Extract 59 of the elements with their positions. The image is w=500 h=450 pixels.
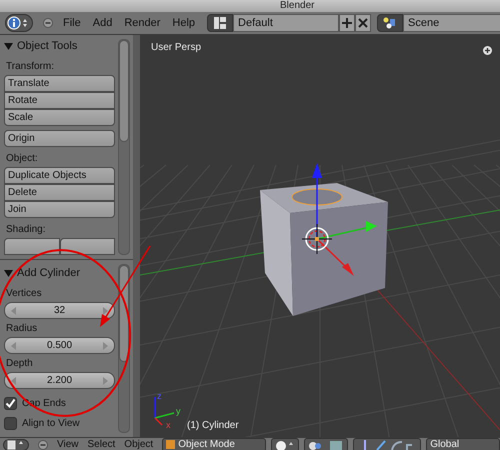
pivot-dropdown[interactable] xyxy=(304,438,348,450)
shading-button[interactable] xyxy=(4,238,60,255)
menu-item[interactable]: Help xyxy=(172,17,196,29)
shading-button[interactable] xyxy=(60,238,115,255)
tool-button[interactable]: Delete xyxy=(4,184,115,201)
checkbox[interactable] xyxy=(4,416,17,430)
close-icon[interactable] xyxy=(355,14,372,32)
menu-item[interactable]: File xyxy=(63,17,81,29)
panel-title[interactable]: Object Tools xyxy=(17,40,78,52)
number-field[interactable]: 2.200 xyxy=(4,372,115,389)
cube-icon xyxy=(166,440,176,449)
scrollbar[interactable] xyxy=(118,39,130,255)
info-editor-button[interactable] xyxy=(5,14,33,32)
section-label: Object: xyxy=(6,153,39,164)
checkbox-label[interactable]: Align to View xyxy=(22,418,80,428)
axis-label: z xyxy=(157,392,162,401)
menu-item[interactable]: View xyxy=(57,438,78,450)
mode-dropdown[interactable]: Object Mode xyxy=(162,438,266,450)
axis-label: y xyxy=(176,407,180,416)
window-title: Blender xyxy=(280,0,314,12)
expand-triangle-icon[interactable] xyxy=(4,42,13,50)
checkbox[interactable] xyxy=(4,396,17,410)
object-label: (1) Cylinder xyxy=(187,420,239,431)
add-icon[interactable] xyxy=(339,14,356,32)
section-label: Shading: xyxy=(6,224,46,235)
field-label: Vertices xyxy=(6,288,43,299)
collapse-icon[interactable] xyxy=(38,440,48,450)
collapse-icon[interactable] xyxy=(43,18,53,28)
tool-button[interactable]: Rotate xyxy=(4,92,115,109)
tool-button[interactable]: Duplicate Objects xyxy=(4,167,115,184)
panel-title[interactable]: Add Cylinder xyxy=(17,267,80,279)
editor-type-icon[interactable] xyxy=(3,438,29,450)
manipulator-toggles-icon[interactable] xyxy=(353,438,422,450)
menu-item[interactable]: Render xyxy=(124,17,160,29)
menu-item[interactable]: Select xyxy=(88,438,116,450)
decrement-arrow-icon[interactable] xyxy=(11,376,16,384)
view-label: User Persp xyxy=(151,42,202,53)
menu-item[interactable]: Object xyxy=(124,438,154,450)
tool-button[interactable]: Origin xyxy=(4,130,115,147)
menu-item[interactable]: Add xyxy=(92,17,112,29)
field-label: Depth xyxy=(6,358,34,369)
field-label: Radius xyxy=(6,323,38,334)
number-field[interactable]: 32 xyxy=(4,302,115,319)
orientation-dropdown[interactable]: Global xyxy=(426,438,500,450)
tool-button[interactable]: Translate xyxy=(4,75,115,92)
layout-icon[interactable] xyxy=(207,14,234,32)
scene-icon[interactable] xyxy=(377,14,404,32)
increment-arrow-icon[interactable] xyxy=(103,306,108,314)
axis-gizmo-icon xyxy=(154,397,174,426)
section-label: Transform: xyxy=(6,61,55,72)
screen-layout-field[interactable]: Default xyxy=(233,14,340,32)
add-icon[interactable] xyxy=(483,46,492,55)
expand-triangle-icon[interactable] xyxy=(4,268,13,278)
shading-dropdown[interactable] xyxy=(271,438,300,450)
scrollbar[interactable] xyxy=(118,264,130,433)
scene-field[interactable]: Scene xyxy=(403,14,500,32)
tool-button[interactable]: Join xyxy=(4,201,115,218)
tool-button[interactable]: Scale xyxy=(4,109,115,126)
axis-label: x xyxy=(166,421,170,430)
